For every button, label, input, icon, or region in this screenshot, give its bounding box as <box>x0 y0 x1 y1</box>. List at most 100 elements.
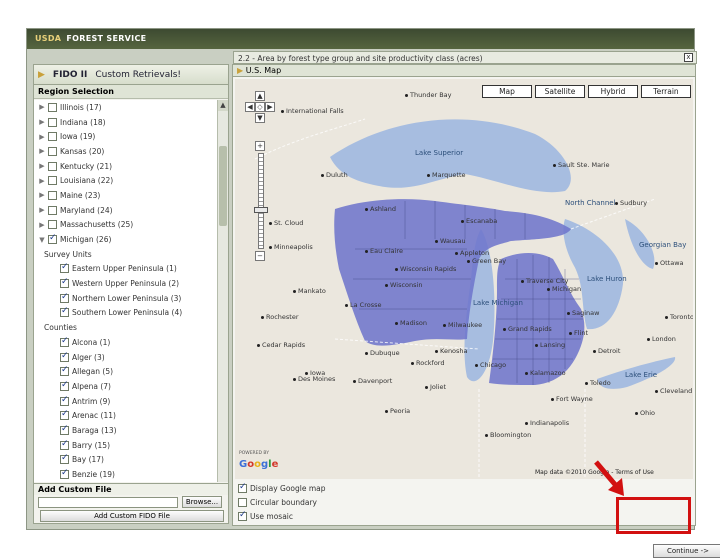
map-lake-label: Lake Erie <box>625 371 657 379</box>
state-item[interactable]: ▶Massachusetts (25) <box>34 218 218 233</box>
browse-button[interactable]: Browse... <box>182 496 222 508</box>
survey-unit-item[interactable]: Northern Lower Peninsula (3) <box>34 291 218 306</box>
region-checkbox[interactable] <box>60 279 69 288</box>
continue-button[interactable]: Continue -> <box>653 544 720 558</box>
county-item[interactable]: Arenac (11) <box>34 408 218 423</box>
survey-unit-item[interactable]: Western Upper Peninsula (2) <box>34 276 218 291</box>
region-checkbox[interactable] <box>48 118 57 127</box>
region-checkbox[interactable] <box>48 147 57 156</box>
scroll-up-icon[interactable]: ▲ <box>218 100 228 111</box>
region-checkbox[interactable] <box>60 353 69 362</box>
county-item[interactable]: Allegan (5) <box>34 364 218 379</box>
expand-arrow-icon[interactable]: ▶ <box>38 221 46 229</box>
state-item[interactable]: ▶Louisiana (22) <box>34 173 218 188</box>
region-checkbox[interactable] <box>60 455 69 464</box>
tab-us-map[interactable]: ▶ U.S. Map <box>233 65 695 77</box>
region-checkbox[interactable] <box>48 220 57 229</box>
zoom-slider[interactable] <box>258 153 264 249</box>
region-checkbox[interactable] <box>48 103 57 112</box>
region-checkbox[interactable] <box>60 367 69 376</box>
county-item[interactable]: Antrim (9) <box>34 394 218 409</box>
region-checkbox[interactable] <box>48 206 57 215</box>
circular-boundary-checkbox[interactable] <box>238 498 247 507</box>
map-city-label: Ohio <box>635 409 655 417</box>
region-checkbox[interactable] <box>60 382 69 391</box>
region-checkbox[interactable] <box>48 132 57 141</box>
use-mosaic-checkbox[interactable] <box>238 512 247 521</box>
zoom-out-icon[interactable]: − <box>255 251 265 261</box>
expand-arrow-icon[interactable]: ▶ <box>38 133 46 141</box>
expand-arrow-icon[interactable]: ▶ <box>38 147 46 155</box>
map-city-label: Wisconsin Rapids <box>395 265 456 273</box>
region-checkbox[interactable] <box>48 162 57 171</box>
pan-up-icon[interactable]: ▲ <box>255 91 265 101</box>
custom-retrievals-title: Custom Retrievals! <box>95 70 181 80</box>
county-item[interactable]: Barry (15) <box>34 438 218 453</box>
state-item[interactable]: ▶Maryland (24) <box>34 203 218 218</box>
region-label: Allegan (5) <box>72 367 113 376</box>
google-logo: Google <box>239 459 278 470</box>
expand-arrow-icon[interactable]: ▶ <box>38 103 46 111</box>
expand-triangle-icon[interactable]: ▶ <box>38 70 45 80</box>
map-lake-label: North Channel <box>565 199 616 207</box>
county-item[interactable]: Benzie (19) <box>34 467 218 482</box>
zoom-in-icon[interactable]: + <box>255 141 265 151</box>
pan-down-icon[interactable]: ▼ <box>255 113 265 123</box>
add-custom-fido-file-button[interactable]: Add Custom FIDO File <box>40 510 224 522</box>
region-checkbox[interactable] <box>60 411 69 420</box>
expand-arrow-icon[interactable]: ▶ <box>38 162 46 170</box>
state-item[interactable]: ▼Michigan (26) <box>34 232 218 247</box>
region-list-scrollbar[interactable]: ▲ <box>217 100 228 482</box>
survey-unit-item[interactable]: Eastern Upper Peninsula (1) <box>34 262 218 277</box>
scroll-thumb[interactable] <box>219 146 227 226</box>
map-city-label: Cleveland <box>655 387 692 395</box>
region-checkbox[interactable] <box>48 176 57 185</box>
region-checkbox[interactable] <box>60 397 69 406</box>
expand-arrow-icon[interactable]: ▶ <box>38 177 46 185</box>
state-item[interactable]: ▶Kansas (20) <box>34 144 218 159</box>
region-checkbox[interactable] <box>60 264 69 273</box>
county-item[interactable]: Alpena (7) <box>34 379 218 394</box>
region-checkbox[interactable] <box>60 294 69 303</box>
google-map[interactable]: Map Satellite Hybrid Terrain ▲ ◀ ◇ ▶ ▼ +… <box>235 79 693 479</box>
state-item[interactable]: ▶Maine (23) <box>34 188 218 203</box>
expand-arrow-icon[interactable]: ▶ <box>38 206 46 214</box>
home-icon[interactable]: ◇ <box>255 102 265 112</box>
county-item[interactable]: Bay (17) <box>34 453 218 468</box>
region-checkbox[interactable] <box>48 235 57 244</box>
survey-unit-item[interactable]: Southern Lower Peninsula (4) <box>34 306 218 321</box>
custom-file-input[interactable] <box>38 497 178 508</box>
expand-arrow-icon[interactable]: ▼ <box>38 236 46 244</box>
zoom-slider-thumb[interactable] <box>254 207 268 213</box>
expand-arrow-icon[interactable]: ▶ <box>38 191 46 199</box>
map-type-satellite-button[interactable]: Satellite <box>535 85 585 98</box>
state-item[interactable]: ▶Indiana (18) <box>34 115 218 130</box>
map-city-label: Joliet <box>425 383 446 391</box>
county-item[interactable]: Alcona (1) <box>34 335 218 350</box>
map-city-label: Green Bay <box>467 257 506 265</box>
region-checkbox[interactable] <box>60 426 69 435</box>
pan-right-icon[interactable]: ▶ <box>265 102 275 112</box>
region-label: Iowa (19) <box>60 132 95 141</box>
display-google-map-checkbox[interactable] <box>238 484 247 493</box>
state-item[interactable]: ▶ Iowa (19) <box>34 129 218 144</box>
region-selection-header: Region Selection <box>34 85 228 99</box>
state-item[interactable]: ▶Illinois (17) <box>34 100 218 115</box>
map-type-hybrid-button[interactable]: Hybrid <box>588 85 638 98</box>
map-city-label: Traverse City <box>521 277 568 285</box>
expand-arrow-icon[interactable]: ▶ <box>38 118 46 126</box>
pan-left-icon[interactable]: ◀ <box>245 102 255 112</box>
county-item[interactable]: Alger (3) <box>34 350 218 365</box>
state-item[interactable]: ▶Kentucky (21) <box>34 159 218 174</box>
region-checkbox[interactable] <box>48 191 57 200</box>
county-item[interactable]: Baraga (13) <box>34 423 218 438</box>
map-city-label: Sudbury <box>615 199 647 207</box>
map-city-label: Duluth <box>321 171 348 179</box>
map-type-terrain-button[interactable]: Terrain <box>641 85 691 98</box>
region-checkbox[interactable] <box>60 470 69 479</box>
region-checkbox[interactable] <box>60 441 69 450</box>
map-type-map-button[interactable]: Map <box>482 85 532 98</box>
close-button[interactable]: x <box>684 53 693 62</box>
region-checkbox[interactable] <box>60 308 69 317</box>
region-checkbox[interactable] <box>60 338 69 347</box>
